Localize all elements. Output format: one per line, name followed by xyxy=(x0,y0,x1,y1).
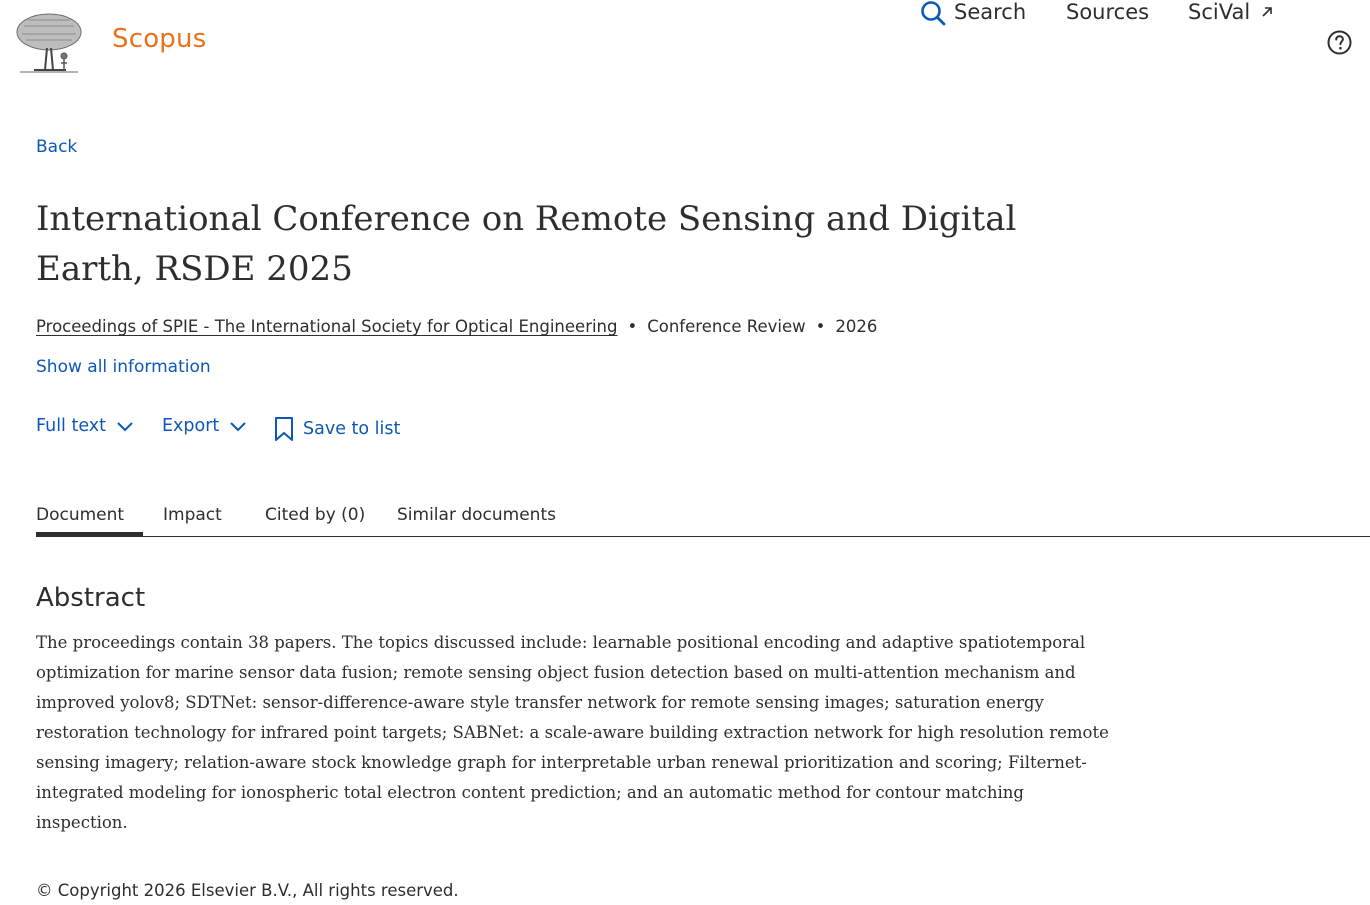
elsevier-tree-logo-icon[interactable] xyxy=(14,12,84,74)
tab-cited-by[interactable]: Cited by (0) xyxy=(265,505,365,525)
bookmark-icon xyxy=(275,417,293,441)
meta-separator: • xyxy=(627,317,638,336)
tab-impact[interactable]: Impact xyxy=(163,505,222,525)
top-header: Scopus Search Sources SciVal xyxy=(0,0,1370,90)
export-button[interactable]: Export xyxy=(162,416,247,436)
document-meta: Proceedings of SPIE - The International … xyxy=(36,317,877,336)
help-circle-icon[interactable] xyxy=(1327,30,1352,55)
save-to-list-label: Save to list xyxy=(303,419,401,439)
abstract-text: The proceedings contain 38 papers. The t… xyxy=(36,633,1109,832)
meta-separator: • xyxy=(815,317,826,336)
abstract-heading: Abstract xyxy=(36,583,146,613)
source-title-link[interactable]: Proceedings of SPIE - The International … xyxy=(36,317,618,336)
nav-sources-link[interactable]: Sources xyxy=(1066,0,1149,24)
nav-scival-label: SciVal xyxy=(1188,0,1251,24)
copyright-footer: © Copyright 2026 Elsevier B.V., All righ… xyxy=(36,881,459,900)
full-text-label: Full text xyxy=(36,416,107,436)
document-tabs: Document Impact Cited by (0) Similar doc… xyxy=(36,505,1370,537)
tab-document[interactable]: Document xyxy=(36,505,144,536)
search-icon xyxy=(921,1,946,26)
tab-similar-documents[interactable]: Similar documents xyxy=(397,505,556,525)
full-text-button[interactable]: Full text xyxy=(36,416,134,436)
back-link[interactable]: Back xyxy=(36,137,77,157)
chevron-down-icon xyxy=(117,422,133,432)
page-title: International Conference on Remote Sensi… xyxy=(36,199,1017,289)
nav-scival-link[interactable]: SciVal xyxy=(1188,0,1274,24)
nav-search-label: Search xyxy=(954,0,1027,24)
chevron-down-icon xyxy=(230,422,247,432)
scopus-brand[interactable]: Scopus xyxy=(112,24,206,54)
document-type: Conference Review xyxy=(647,317,806,336)
external-arrow-icon xyxy=(1262,7,1272,17)
show-all-information-link[interactable]: Show all information xyxy=(36,357,211,377)
publication-year: 2026 xyxy=(835,317,878,336)
save-to-list-button[interactable]: Save to list xyxy=(274,416,400,442)
export-label: Export xyxy=(162,416,220,436)
